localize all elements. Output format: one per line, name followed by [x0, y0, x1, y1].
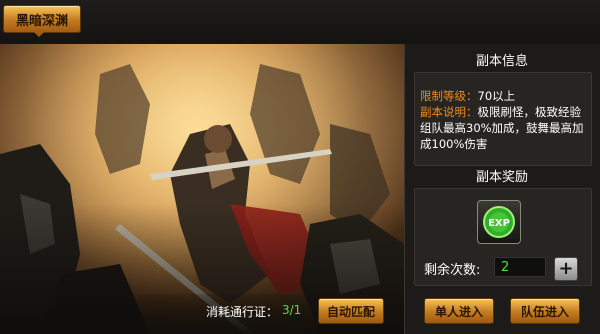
dungeon-tab[interactable]: 黑暗深渊	[3, 5, 81, 33]
pass-cost-count: 3/1	[282, 303, 302, 317]
description-line-3: 成100%伤害	[420, 137, 488, 151]
attempts-label: 剩余次数:	[424, 263, 481, 278]
description-label: 副本说明：	[420, 105, 478, 119]
exp-icon-text: EXP	[488, 218, 510, 229]
attempts-field: 2	[494, 257, 546, 277]
exp-icon[interactable]: EXP	[477, 200, 521, 244]
level-label: 限制等级：	[420, 89, 478, 103]
solo-enter-button[interactable]: 单人进入	[424, 298, 494, 324]
auto-match-button[interactable]: 自动匹配	[318, 298, 384, 324]
tab-pointer	[33, 31, 45, 37]
dungeon-artwork	[0, 44, 404, 334]
top-bar	[0, 0, 600, 42]
team-enter-button[interactable]: 队伍进入	[510, 298, 580, 324]
description-text-1: 极限刷怪，极致经验	[477, 105, 582, 119]
description-line-1: 副本说明：极限刷怪，极致经验	[420, 104, 581, 120]
reward-panel-title: 副本奖励	[475, 170, 528, 185]
pass-cost-label: 消耗通行证：	[206, 305, 279, 319]
scene-shade	[0, 44, 404, 334]
level-value: 70以上	[477, 89, 516, 103]
info-panel-title: 副本信息	[475, 54, 528, 69]
add-attempts-button[interactable]: +	[554, 257, 578, 281]
exp-orb-icon: EXP	[483, 206, 515, 238]
description-line-2: 组队最高30%加成，鼓舞最高加	[420, 121, 584, 135]
level-requirement: 限制等级：70以上	[420, 88, 515, 104]
